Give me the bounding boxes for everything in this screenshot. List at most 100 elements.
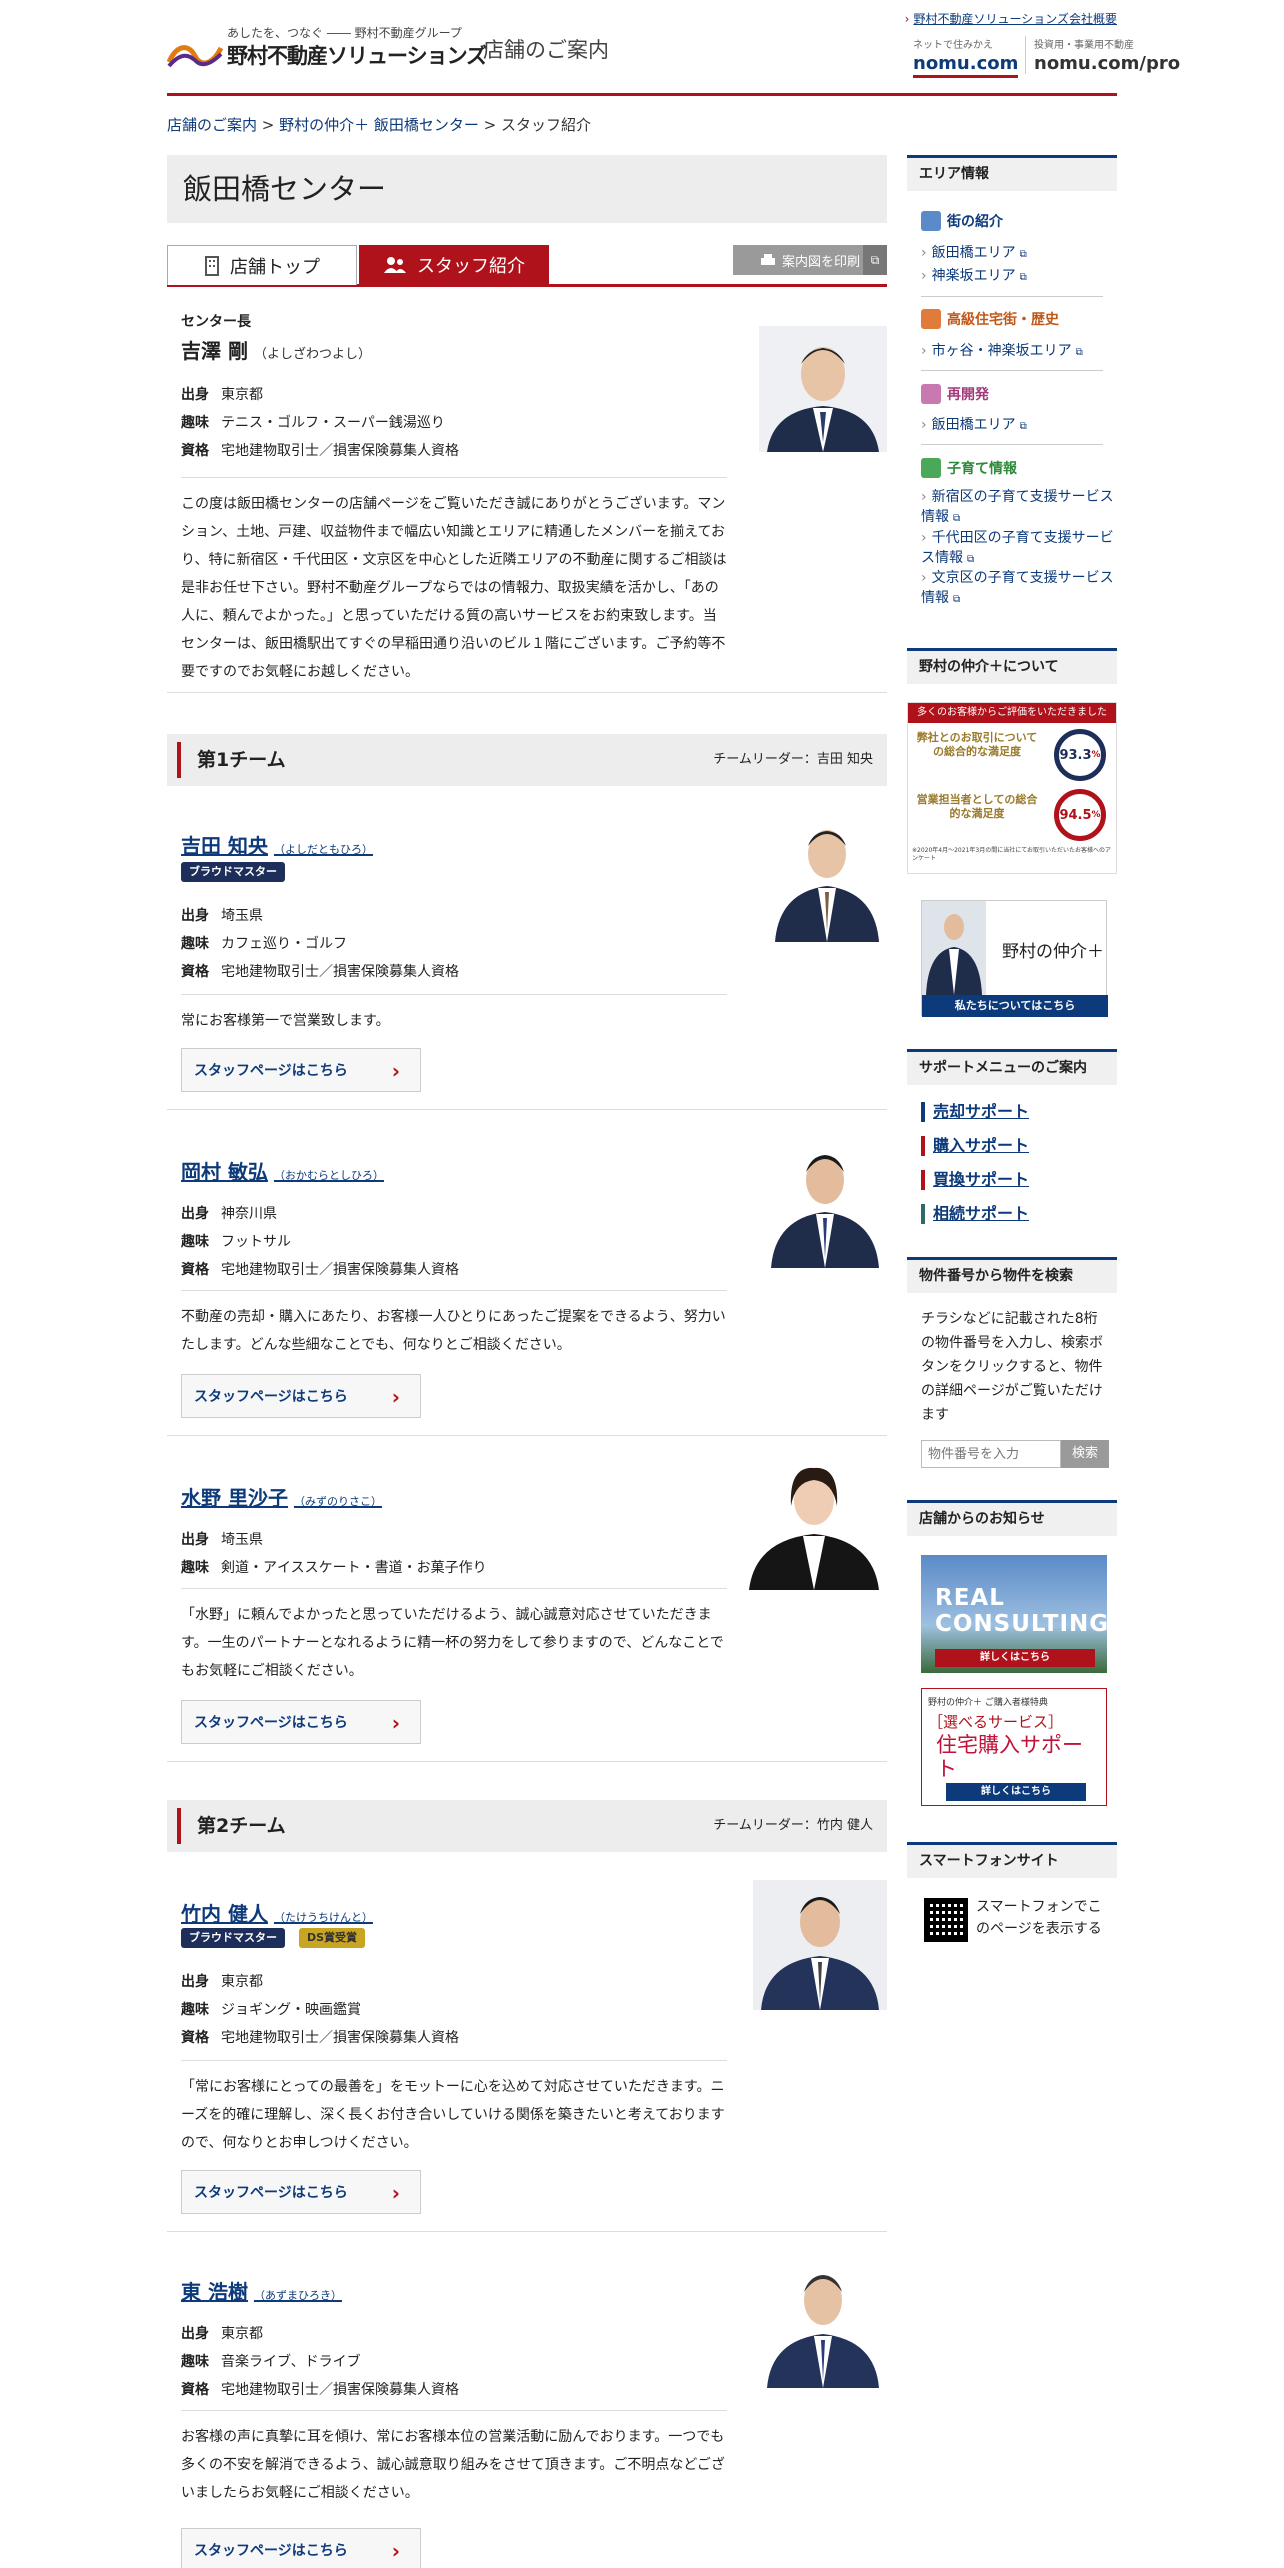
people-icon xyxy=(384,257,406,273)
survey-2-label: 営業担当者としての総合的な満足度 xyxy=(916,793,1038,820)
staff-name-link[interactable]: 竹内 健人 （たけうちけんと） xyxy=(181,1898,373,1927)
sidebar-link-iidabashi[interactable]: 飯田橋エリア⧉ xyxy=(921,243,1117,265)
staff-photo xyxy=(763,1138,887,1268)
breadcrumb-link-center[interactable]: 野村の仲介＋ 飯田橋センター xyxy=(279,116,479,134)
survey-note: ※2020年4月～2021年3月の間に当社にてお取引いただいたお客様へのアンケー… xyxy=(912,847,1112,862)
sidebar-link-ichigaya[interactable]: 市ヶ谷・神楽坂エリア⧉ xyxy=(921,341,1117,363)
housing-support-link: 詳しくはこちら xyxy=(946,1783,1086,1801)
staff-photo xyxy=(759,2258,887,2388)
proud-master-badge: ブラウドマスター xyxy=(181,862,285,882)
real-consulting-banner[interactable]: REAL CONSULTING 詳しくはこちら xyxy=(921,1555,1107,1673)
staff-page-button[interactable]: スタッフページはこちら xyxy=(181,2528,421,2568)
page-title-box: 飯田橋センター xyxy=(167,155,887,223)
manager-name: 吉澤 剛（よしざわつよし） xyxy=(181,339,371,363)
sidebar-cat-redevelopment[interactable]: 再開発 xyxy=(921,384,989,404)
search-button[interactable]: 検索 xyxy=(1061,1440,1109,1468)
nomu-link[interactable]: ネットで住みかえ nomu.com xyxy=(913,36,1019,78)
site-name[interactable]: 店舗のご案内 xyxy=(483,34,609,64)
staff-info: 出身 埼玉県 趣味 カフェ巡り・ゴルフ 資格 宅地建物取引士／損害保険募集人資格 xyxy=(181,908,459,980)
logo-tagline: あしたを、つなぐ ―― 野村不動産グループ xyxy=(227,26,462,40)
brand-banner-title: 野村の仲介＋ xyxy=(1002,942,1104,962)
team-2-header: 第2チーム チームリーダー：竹内 健人 xyxy=(167,1800,887,1852)
housing-support-banner[interactable]: 野村の仲介＋ ご購入者様特典 ［選べるサービス］ 住宅購入サポート 詳しくはこち… xyxy=(921,1688,1107,1806)
support-link-inheritance[interactable]: 相続サポート xyxy=(921,1204,1029,1224)
smartphone-desc: スマートフォンでこのページを表示する xyxy=(976,1899,1102,1937)
staff-message: 常にお客様第一で営業致します。 xyxy=(181,994,727,1035)
center-manager-section: センター長 吉澤 剛（よしざわつよし） 出身 東京都 趣味 テニス・ゴルフ・スーパー… xyxy=(167,293,887,693)
staff-photo xyxy=(767,812,887,942)
staff-page-button[interactable]: スタッフページはこちら xyxy=(181,2170,421,2215)
manager-info: 出身 東京都 趣味 テニス・ゴルフ・スーパー銭湯巡り 資格 宅地建物取引士／損害保険募… xyxy=(181,387,459,459)
sidebar-cat-town[interactable]: 街の紹介 xyxy=(921,211,1003,231)
sidebar-link-kagurazaka[interactable]: 神楽坂エリア⧉ xyxy=(921,266,1117,288)
staff-page-button[interactable]: スタッフページはこちら xyxy=(181,1048,421,1093)
staff-name-link[interactable]: 吉田 知央 （よしだともひろ） xyxy=(181,830,373,859)
staff-photo xyxy=(753,1880,887,2010)
manager-role: センター長 xyxy=(181,314,251,330)
staff-message: 不動産の売却・購入にあたり、お客様一人ひとりにあったご提案をできるよう、努力いた… xyxy=(181,1290,727,1359)
tab-staff[interactable]: スタッフ紹介 xyxy=(359,245,549,285)
staff-info: 出身 東京都 趣味 音楽ライブ、ドライブ 資格 宅地建物取引士／損害保険募集人資格 xyxy=(181,2326,459,2398)
corporate-profile-link[interactable]: 野村不動産ソリューションズ会社概要 xyxy=(905,10,1117,27)
staff-entry: 岡村 敏弘 （おかむらとしひろ） 出身 神奈川県 趣味 フットサル 資格 宅地建物取引士… xyxy=(167,1138,887,1436)
print-map-button[interactable]: 案内図を印刷 ⧉ xyxy=(733,245,887,275)
breadcrumb: 店舗のご案内 > 野村の仲介＋ 飯田橋センター > スタッフ紹介 xyxy=(167,116,592,134)
ds-award-badge: DS賞受賞 xyxy=(299,1928,366,1948)
staff-entry: 東 浩樹 （あずまひろき） 出身 東京都 趣味 音楽ライブ、ドライブ 資格 宅地建物取引… xyxy=(167,2258,887,2568)
staff-info: 出身 神奈川県 趣味 フットサル 資格 宅地建物取引士／損害保険募集人資格 xyxy=(181,1206,459,1278)
logo-text[interactable]: 野村不動産ソリューションズ xyxy=(227,40,487,70)
breadcrumb-link-stores[interactable]: 店舗のご案内 xyxy=(167,116,257,134)
property-number-input[interactable] xyxy=(921,1440,1061,1468)
site-header: あしたを、つなぐ ―― 野村不動産グループ 野村不動産ソリューションズ 店舗のご… xyxy=(167,0,1180,96)
sidebar-link-bunkyo-child[interactable]: 文京区の子育て支援サービス情報⧉ xyxy=(921,568,1117,610)
qr-code-icon[interactable] xyxy=(924,1898,968,1942)
proud-master-badge: ブラウドマスター xyxy=(181,1928,285,1948)
team-1-header: 第1チーム チームリーダー：吉田 知央 xyxy=(167,734,887,786)
survey-2-ring: 94.5% xyxy=(1054,789,1106,841)
building-icon xyxy=(921,309,941,329)
brand-banner[interactable]: 野村の仲介＋ 私たちについてはこちら xyxy=(921,900,1108,1017)
sidebar-cat-luxury[interactable]: 高級住宅街・歴史 xyxy=(921,309,1059,329)
real-consulting-link: 詳しくはこちら xyxy=(935,1649,1095,1667)
tab-store-top-label: 店舗トップ xyxy=(230,256,320,278)
staff-page-button[interactable]: スタッフページはこちら xyxy=(181,1374,421,1419)
town-icon xyxy=(921,211,941,231)
support-link-buy[interactable]: 購入サポート xyxy=(921,1136,1029,1156)
tab-store-top[interactable]: 店舗トップ xyxy=(167,245,357,285)
page-title: 飯田橋センター xyxy=(183,172,387,206)
housing-support-mid: ［選べるサービス］ xyxy=(928,1713,1064,1731)
survey-head: 多くのお客様からご評価をいただきました xyxy=(908,703,1116,723)
sidebar-link-chiyoda-child[interactable]: 千代田区の子育て支援サービス情報⧉ xyxy=(921,528,1117,570)
staff-entry: 水野 里沙子 （みずのりさこ） 出身 埼玉県 趣味 剣道・アイススケート・書道・お菓子… xyxy=(167,1456,887,1762)
staff-name-link[interactable]: 水野 里沙子 （みずのりさこ） xyxy=(181,1482,382,1511)
nomu-pro-small: 投資用・事業用不動産 xyxy=(1034,40,1134,51)
brand-banner-link: 私たちについてはこちら xyxy=(922,995,1108,1017)
support-link-sell[interactable]: 売却サポート xyxy=(921,1102,1029,1122)
team-2-title: 第2チーム xyxy=(197,1815,286,1837)
sidebar-cat-childcare[interactable]: 子育て情報 xyxy=(921,458,1017,478)
search-description: チラシなどに記載された8桁の物件番号を入力し、検索ボタンをクリックすると、物件の… xyxy=(921,1311,1103,1423)
nomu-pro-link[interactable]: 投資用・事業用不動産 nomu.com/pro xyxy=(1025,36,1180,74)
staff-photo xyxy=(741,1456,887,1590)
childcare-icon xyxy=(921,458,941,478)
staff-name-link[interactable]: 東 浩樹 （あずまひろき） xyxy=(181,2276,342,2305)
nomu-pro-main: nomu.com/pro xyxy=(1034,53,1181,74)
team-1-title: 第1チーム xyxy=(197,749,286,771)
survey-2-unit: % xyxy=(1091,810,1101,820)
external-window-icon: ⧉ xyxy=(863,245,887,275)
sidebar-smartphone-header: スマートフォンサイト xyxy=(907,1842,1117,1878)
sidebar-link-iidabashi-redev[interactable]: 飯田橋エリア⧉ xyxy=(921,415,1117,437)
print-map-label: 案内図を印刷 xyxy=(781,254,860,270)
sidebar-area-header: エリア情報 xyxy=(907,155,1117,191)
real-consulting-title: REAL CONSULTING xyxy=(935,1585,1107,1637)
staff-page-button[interactable]: スタッフページはこちら xyxy=(181,1700,421,1745)
satisfaction-survey: 多くのお客様からご評価をいただきました 弊社とのお取引についての総合的な満足度 … xyxy=(907,702,1117,874)
staff-message: お客様の声に真摯に耳を傾け、常にお客様本位の営業活動に励んでおります。一つでも多… xyxy=(181,2410,727,2507)
sidebar-support-header: サポートメニューのご案内 xyxy=(907,1049,1117,1085)
support-link-replace[interactable]: 買換サポート xyxy=(921,1170,1029,1190)
survey-1-unit: % xyxy=(1091,750,1101,760)
logo-mark-icon[interactable] xyxy=(167,40,223,68)
sidebar-about-header: 野村の仲介＋について xyxy=(907,648,1117,684)
sidebar-link-shinjuku-child[interactable]: 新宿区の子育て支援サービス情報⧉ xyxy=(921,487,1117,529)
staff-name-link[interactable]: 岡村 敏弘 （おかむらとしひろ） xyxy=(181,1156,384,1185)
